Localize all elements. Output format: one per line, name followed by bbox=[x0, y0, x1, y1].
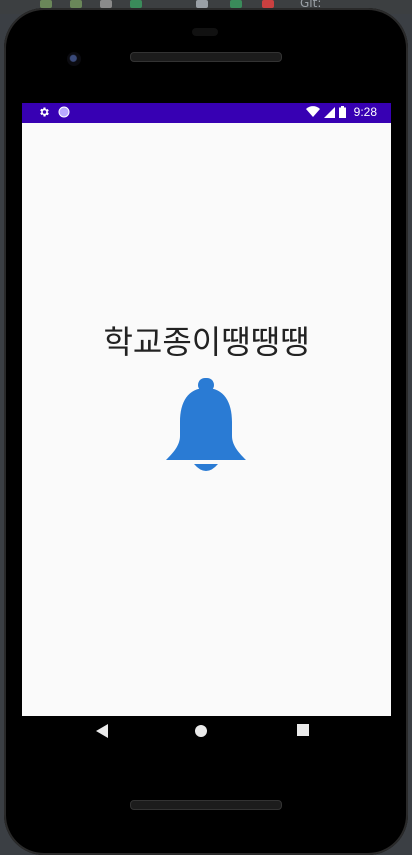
back-icon[interactable] bbox=[96, 724, 108, 738]
top-speaker bbox=[130, 52, 282, 62]
ide-build-icon[interactable] bbox=[100, 0, 112, 8]
ide-sync-icon[interactable] bbox=[130, 0, 142, 8]
device-screen: 9:28 학교종이땡땡땡 bbox=[22, 103, 391, 716]
earpiece bbox=[192, 28, 218, 36]
ide-debug-icon[interactable] bbox=[70, 0, 82, 8]
home-icon[interactable] bbox=[194, 724, 208, 738]
wifi-icon bbox=[305, 106, 320, 117]
ide-apply-icon[interactable] bbox=[230, 0, 242, 8]
recents-icon[interactable] bbox=[297, 724, 309, 736]
bottom-speaker bbox=[130, 800, 282, 810]
front-camera bbox=[67, 52, 81, 66]
app-title: 학교종이땡땡땡 bbox=[103, 323, 310, 361]
ide-stop-icon[interactable] bbox=[262, 0, 274, 8]
ide-profile-icon[interactable] bbox=[196, 0, 208, 8]
nav-bar bbox=[18, 708, 387, 756]
gear-icon bbox=[40, 107, 49, 117]
bell-icon[interactable] bbox=[164, 378, 248, 476]
signal-icon bbox=[323, 106, 335, 118]
circle-notification-icon bbox=[58, 106, 70, 118]
status-time: 9:28 bbox=[353, 105, 377, 119]
ide-run-icon[interactable] bbox=[40, 0, 52, 8]
status-bar: 9:28 bbox=[22, 103, 391, 123]
battery-icon bbox=[338, 106, 346, 118]
